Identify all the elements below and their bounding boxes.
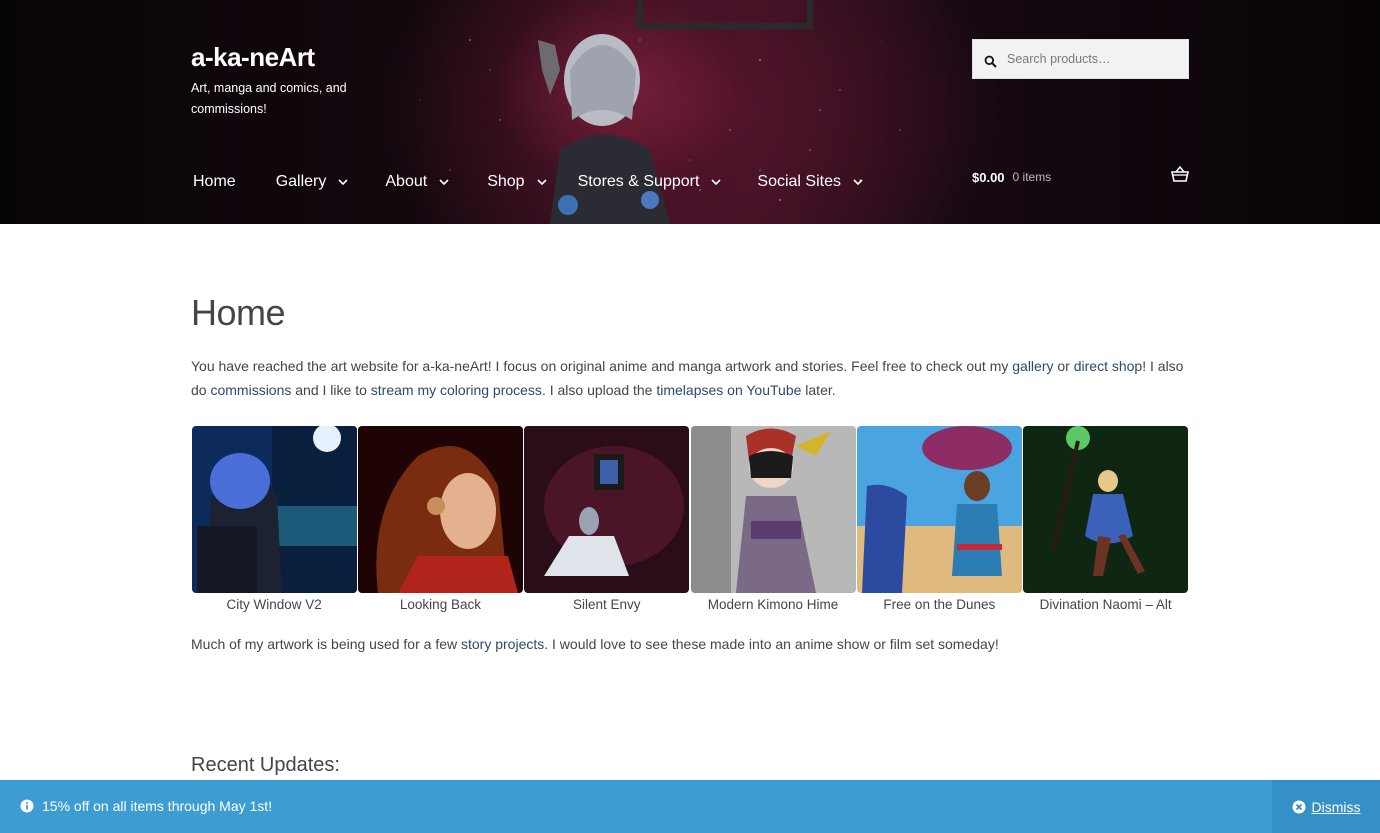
site-title[interactable]: a-ka-neArt xyxy=(191,41,391,73)
gallery-caption[interactable]: Free on the Dunes xyxy=(883,597,995,612)
youtube-timelapses-link[interactable]: timelapses on YouTube xyxy=(656,382,801,398)
recent-updates-heading: Recent Updates: xyxy=(191,754,340,776)
gallery-item-city-window[interactable]: City Window V2 xyxy=(191,426,357,616)
store-notice: 15% off on all items through May 1st! Di… xyxy=(0,780,1380,833)
search-input[interactable] xyxy=(1007,52,1177,66)
cart-count: 0 items xyxy=(1012,170,1052,184)
basket-icon[interactable] xyxy=(1171,165,1189,188)
site-header: a-ka-neArt Art, manga and comics, and co… xyxy=(0,0,1380,224)
cart-amount: $0.00 xyxy=(972,169,1005,185)
direct-shop-link[interactable]: direct shop xyxy=(1074,358,1142,374)
artwork-thumbnail[interactable] xyxy=(690,426,856,593)
gallery-caption[interactable]: Divination Naomi – Alt xyxy=(1040,597,1172,612)
header-cart[interactable]: $0.00 0 items xyxy=(972,165,1189,188)
site-tagline: Art, manga and comics, and commissions! xyxy=(191,81,347,116)
nav-item-label: Stores & Support xyxy=(577,173,700,190)
nav-item-label: Gallery xyxy=(275,173,327,190)
nav-item-label: About xyxy=(385,173,428,190)
nav-item-label: Shop xyxy=(487,173,525,190)
gallery-caption[interactable]: Silent Envy xyxy=(573,597,641,612)
nav-item-about[interactable]: About xyxy=(385,173,449,191)
close-icon xyxy=(1292,800,1305,813)
intro-text: You have reached the art website for a-k… xyxy=(191,358,1013,374)
chevron-down-icon xyxy=(711,178,721,186)
nav-item-label: Social Sites xyxy=(757,173,841,190)
page-content: Home You have reached the art website fo… xyxy=(191,290,1189,402)
product-search xyxy=(972,39,1189,79)
artwork-thumbnail[interactable] xyxy=(1023,426,1189,593)
gallery-caption[interactable]: City Window V2 xyxy=(227,597,322,612)
chevron-down-icon xyxy=(536,178,547,186)
gallery-item-free-on-the-dunes[interactable]: Free on the Dunes xyxy=(856,426,1022,616)
gallery-item-divination-naomi-alt[interactable]: Divination Naomi – Alt xyxy=(1022,426,1189,616)
featured-gallery: City Window V2 Looking Back Silent Envy xyxy=(191,426,1189,616)
gallery-caption[interactable]: Looking Back xyxy=(400,597,481,612)
dismiss-button[interactable]: Dismiss xyxy=(1272,780,1380,833)
gallery-item-looking-back[interactable]: Looking Back xyxy=(357,426,523,616)
artwork-thumbnail[interactable] xyxy=(524,426,690,593)
gallery-caption[interactable]: Modern Kimono Hime xyxy=(708,597,839,612)
outro-text: Much of my artwork is being used for a f… xyxy=(191,636,461,652)
chevron-down-icon xyxy=(853,178,863,186)
story-projects-link[interactable]: story projects xyxy=(461,636,544,652)
store-notice-text: 15% off on all items through May 1st! xyxy=(42,798,273,814)
artwork-thumbnail[interactable] xyxy=(357,426,523,593)
outro-text: . I would love to see these made into an… xyxy=(544,636,999,652)
nav-item-gallery[interactable]: Gallery xyxy=(276,173,349,191)
chevron-down-icon xyxy=(439,178,449,186)
artwork-thumbnail[interactable] xyxy=(856,426,1022,593)
search-icon[interactable] xyxy=(973,51,1007,68)
primary-navigation: Home Gallery About Shop Stores & Support… xyxy=(193,168,863,196)
site-branding: a-ka-neArt Art, manga and comics, and co… xyxy=(191,41,391,120)
nav-item-shop[interactable]: Shop xyxy=(487,173,547,191)
stream-link[interactable]: stream my coloring process xyxy=(371,382,542,398)
intro-text: . I also upload the xyxy=(541,382,657,398)
nav-item-label: Home xyxy=(193,173,236,190)
artwork-thumbnail[interactable] xyxy=(191,426,357,593)
chevron-down-icon xyxy=(338,178,348,186)
gallery-link[interactable]: gallery xyxy=(1012,358,1053,374)
nav-item-stores-support[interactable]: Stores & Support xyxy=(578,173,722,191)
page-title: Home xyxy=(191,292,286,333)
intro-text: later. xyxy=(801,382,836,398)
gallery-item-modern-kimono-hime[interactable]: Modern Kimono Hime xyxy=(690,426,856,616)
commissions-link[interactable]: commissions xyxy=(210,382,291,398)
nav-item-social-sites[interactable]: Social Sites xyxy=(757,173,863,191)
outro-paragraph: Much of my artwork is being used for a f… xyxy=(191,632,1189,656)
intro-paragraph: You have reached the art website for a-k… xyxy=(191,354,1189,402)
gallery-item-silent-envy[interactable]: Silent Envy xyxy=(524,426,690,616)
info-icon xyxy=(20,799,34,818)
dismiss-label: Dismiss xyxy=(1311,798,1361,815)
intro-text: or xyxy=(1053,358,1074,374)
intro-text: and I like to xyxy=(291,382,371,398)
nav-item-home[interactable]: Home xyxy=(193,173,236,191)
